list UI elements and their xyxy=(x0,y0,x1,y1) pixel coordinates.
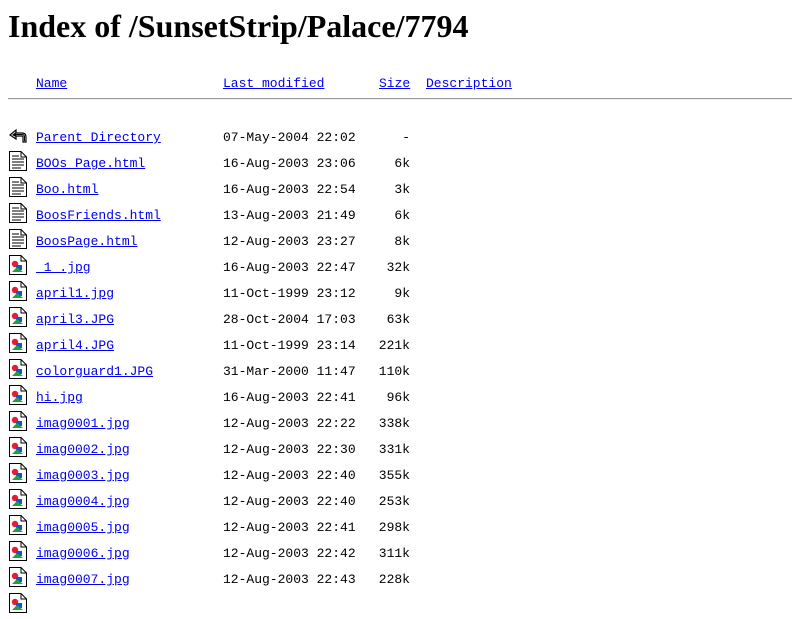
table-row: Boo.html 16-Aug-2003 22:54 3k xyxy=(0,176,800,202)
image-file-icon xyxy=(8,384,28,406)
image-file-icon xyxy=(8,436,28,458)
file-size: 6k xyxy=(394,208,410,223)
last-modified: 28-Oct-2004 17:03 xyxy=(223,312,356,327)
table-row: _1_.jpg 16-Aug-2003 22:47 32k xyxy=(0,254,800,280)
table-row: imag0003.jpg 12-Aug-2003 22:40 355k xyxy=(0,462,800,488)
last-modified: 16-Aug-2003 22:47 xyxy=(223,260,356,275)
file-size: 311k xyxy=(378,546,410,561)
file-link[interactable]: april1.jpg xyxy=(36,286,114,302)
last-modified: 11-Oct-1999 23:14 xyxy=(223,338,356,353)
file-size: 253k xyxy=(378,494,410,509)
file-link[interactable]: april4.JPG xyxy=(36,338,114,354)
last-modified: 07-May-2004 22:02 xyxy=(223,130,356,145)
last-modified: 13-Aug-2003 21:49 xyxy=(223,208,356,223)
file-link[interactable]: hi.jpg xyxy=(36,390,83,406)
file-size: 331k xyxy=(378,442,410,457)
file-link[interactable]: Boo.html xyxy=(36,182,98,198)
table-row: BoosFriends.html 13-Aug-2003 21:49 6k xyxy=(0,202,800,228)
last-modified: 12-Aug-2003 22:40 xyxy=(223,468,356,483)
column-header-description[interactable]: Description xyxy=(426,76,512,92)
image-file-icon xyxy=(8,254,28,276)
table-row xyxy=(0,592,800,618)
file-link[interactable]: BoosPage.html xyxy=(36,234,137,250)
last-modified: 11-Oct-1999 23:12 xyxy=(223,286,356,301)
table-row: imag0001.jpg 12-Aug-2003 22:22 338k xyxy=(0,410,800,436)
image-file-icon xyxy=(8,410,28,432)
page-title: Index of /SunsetStrip/Palace/7794 xyxy=(8,8,469,44)
table-row: Parent Directory 07-May-2004 22:02 - xyxy=(0,124,800,150)
last-modified: 16-Aug-2003 23:06 xyxy=(223,156,356,171)
file-size: 96k xyxy=(386,390,410,405)
image-file-icon xyxy=(8,462,28,484)
text-file-icon xyxy=(8,150,28,172)
file-link[interactable]: imag0006.jpg xyxy=(36,546,130,562)
column-header-size[interactable]: Size xyxy=(379,76,410,92)
column-header-name[interactable]: Name xyxy=(36,76,67,92)
table-row: imag0005.jpg 12-Aug-2003 22:41 298k xyxy=(0,514,800,540)
file-size: 32k xyxy=(386,260,410,275)
column-header-last-modified[interactable]: Last modified xyxy=(223,76,324,92)
text-file-icon xyxy=(8,228,28,250)
table-row: hi.jpg 16-Aug-2003 22:41 96k xyxy=(0,384,800,410)
last-modified: 12-Aug-2003 23:27 xyxy=(223,234,356,249)
file-size: 63k xyxy=(386,312,410,327)
table-row: imag0002.jpg 12-Aug-2003 22:30 331k xyxy=(0,436,800,462)
table-row: BoosPage.html 12-Aug-2003 23:27 8k xyxy=(0,228,800,254)
back-arrow-icon xyxy=(8,124,28,146)
file-link[interactable]: imag0001.jpg xyxy=(36,416,130,432)
file-link[interactable]: BOOs Page.html xyxy=(36,156,145,172)
file-link[interactable]: april3.JPG xyxy=(36,312,114,328)
last-modified: 12-Aug-2003 22:30 xyxy=(223,442,356,457)
file-size: 298k xyxy=(378,520,410,535)
image-file-icon xyxy=(8,566,28,588)
table-row: imag0006.jpg 12-Aug-2003 22:42 311k xyxy=(0,540,800,566)
table-row: colorguard1.JPG 31-Mar-2000 11:47 110k xyxy=(0,358,800,384)
file-link[interactable]: imag0003.jpg xyxy=(36,468,130,484)
file-size: 8k xyxy=(394,234,410,249)
table-row: imag0004.jpg 12-Aug-2003 22:40 253k xyxy=(0,488,800,514)
table-row: BOOs Page.html 16-Aug-2003 23:06 6k xyxy=(0,150,800,176)
last-modified: 16-Aug-2003 22:54 xyxy=(223,182,356,197)
image-file-icon xyxy=(8,488,28,510)
last-modified: 12-Aug-2003 22:40 xyxy=(223,494,356,509)
table-row: april1.jpg 11-Oct-1999 23:12 9k xyxy=(0,280,800,306)
text-file-icon xyxy=(8,202,28,224)
file-link[interactable]: _1_.jpg xyxy=(36,260,91,276)
last-modified: 31-Mar-2000 11:47 xyxy=(223,364,356,379)
file-link[interactable]: colorguard1.JPG xyxy=(36,364,153,380)
last-modified: 16-Aug-2003 22:41 xyxy=(223,390,356,405)
file-size: 6k xyxy=(394,156,410,171)
header-divider xyxy=(8,98,792,100)
file-size: 110k xyxy=(378,364,410,379)
file-link[interactable]: Parent Directory xyxy=(36,130,161,146)
file-size: 9k xyxy=(394,286,410,301)
image-file-icon xyxy=(8,280,28,302)
table-row: imag0007.jpg 12-Aug-2003 22:43 228k xyxy=(0,566,800,592)
image-file-icon xyxy=(8,514,28,536)
file-size: 228k xyxy=(378,572,410,587)
last-modified: 12-Aug-2003 22:42 xyxy=(223,546,356,561)
file-link[interactable]: imag0004.jpg xyxy=(36,494,130,510)
last-modified: 12-Aug-2003 22:43 xyxy=(223,572,356,587)
image-file-icon xyxy=(8,540,28,562)
file-size: 221k xyxy=(378,338,410,353)
file-link[interactable]: BoosFriends.html xyxy=(36,208,161,224)
file-size: 355k xyxy=(378,468,410,483)
image-file-icon xyxy=(8,332,28,354)
last-modified: 12-Aug-2003 22:22 xyxy=(223,416,356,431)
table-row: april4.JPG 11-Oct-1999 23:14 221k xyxy=(0,332,800,358)
table-row: april3.JPG 28-Oct-2004 17:03 63k xyxy=(0,306,800,332)
text-file-icon xyxy=(8,176,28,198)
file-link[interactable]: imag0002.jpg xyxy=(36,442,130,458)
image-file-icon xyxy=(8,358,28,380)
image-file-icon xyxy=(8,306,28,328)
file-link[interactable]: imag0005.jpg xyxy=(36,520,130,536)
file-size: 3k xyxy=(394,182,410,197)
image-file-icon xyxy=(8,592,28,614)
file-link[interactable]: imag0007.jpg xyxy=(36,572,130,588)
file-size: 338k xyxy=(378,416,410,431)
last-modified: 12-Aug-2003 22:41 xyxy=(223,520,356,535)
file-size: - xyxy=(402,130,410,145)
